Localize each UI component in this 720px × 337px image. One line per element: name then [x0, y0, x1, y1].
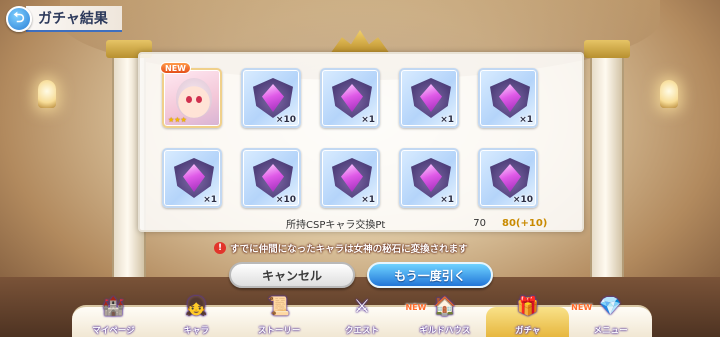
- result-item[interactable]: ×1: [478, 68, 538, 128]
- title-bar: ⮌ ガチャ結果: [6, 6, 136, 32]
- lamp-left: [38, 80, 56, 108]
- nav-label: メニュー: [593, 326, 628, 336]
- points-before: 70: [473, 217, 486, 229]
- nav-item-character[interactable]: 👧 キャラ: [155, 296, 238, 337]
- rarity-stars: ★★★: [168, 116, 187, 124]
- item-quantity: ×1: [440, 115, 454, 125]
- nav-label: キャラ: [183, 326, 210, 336]
- new-badge: NEW: [405, 303, 427, 312]
- result-item[interactable]: ×1: [399, 68, 459, 128]
- nav-item-mypage[interactable]: 🏰 マイページ: [72, 296, 155, 337]
- nav-item-guildhouse[interactable]: NEW 🏠 ギルドハウス: [403, 296, 486, 337]
- results-grid: ★★★ NEW ×10 ×1 ×1 ×1 ×1 ×10 ×1 ×1 ×10: [160, 62, 562, 208]
- nav-label: マイページ: [92, 326, 135, 336]
- item-quantity: ×10: [275, 195, 296, 205]
- lamp-right: [660, 80, 678, 108]
- nav-label: ガチャ: [515, 326, 541, 336]
- nav-item-quest[interactable]: ⚔ クエスト: [321, 296, 404, 337]
- result-item[interactable]: ×1: [320, 68, 380, 128]
- nav-label: クエスト: [345, 326, 380, 336]
- new-badge: NEW: [571, 303, 593, 312]
- result-item[interactable]: ×10: [241, 148, 301, 208]
- nav-label: ストーリー: [257, 326, 301, 336]
- result-item[interactable]: ×10: [478, 148, 538, 208]
- conversion-notice: ! すでに仲間になったキャラは女神の秘石に変換されます: [214, 240, 468, 256]
- notice-text: すでに仲間になったキャラは女神の秘石に変換されます: [230, 244, 468, 255]
- pillar-right: [582, 40, 632, 306]
- gacha-icon: 🎁: [516, 295, 539, 317]
- bottom-nav: 🏰 マイページ 👧 キャラ 📜 ストーリー ⚔ クエスト NEW 🏠 ギルドハウ…: [72, 296, 652, 337]
- draw-again-button[interactable]: もう一度引く: [367, 262, 493, 288]
- character-portrait-icon: [176, 78, 212, 118]
- nav-item-menu[interactable]: NEW 💎 メニュー: [569, 296, 652, 337]
- character-eye-right: [196, 96, 202, 103]
- item-quantity: ×10: [275, 115, 296, 125]
- result-item[interactable]: ×1: [399, 148, 459, 208]
- result-item[interactable]: ×1: [320, 148, 380, 208]
- points-after: 80(+10): [502, 217, 548, 229]
- mypage-icon: 🏰: [102, 295, 125, 317]
- new-badge: NEW: [160, 62, 191, 74]
- item-quantity: ×1: [203, 195, 217, 205]
- nav-item-gacha[interactable]: 🎁 ガチャ: [486, 296, 570, 337]
- story-icon: 📜: [267, 295, 291, 317]
- cancel-button[interactable]: キャンセル: [229, 262, 355, 288]
- warning-icon: !: [214, 242, 226, 254]
- points-label: 所持CSPキャラ交換Pt: [286, 219, 386, 231]
- item-quantity: ×1: [440, 195, 454, 205]
- quest-icon: ⚔: [353, 295, 371, 317]
- menu-icon: 💎: [599, 295, 622, 317]
- nav-item-story[interactable]: 📜 ストーリー: [238, 296, 321, 337]
- guildhouse-icon: 🏠: [433, 295, 457, 317]
- result-item[interactable]: ×10: [241, 68, 301, 128]
- item-quantity: ×1: [361, 195, 375, 205]
- page-title: ガチャ結果: [26, 6, 122, 32]
- back-arrow-icon[interactable]: ⮌: [6, 6, 32, 32]
- points-row: 所持CSPキャラ交換Pt 70 80(+10): [286, 216, 556, 231]
- item-quantity: ×10: [512, 195, 533, 205]
- results-panel: ★★★ NEW ×10 ×1 ×1 ×1 ×1 ×10 ×1 ×1 ×10 所持…: [138, 52, 584, 232]
- character-icon: 👧: [185, 295, 208, 317]
- item-quantity: ×1: [519, 115, 533, 125]
- result-item-character[interactable]: ★★★ NEW: [160, 62, 222, 128]
- nav-label: ギルドハウス: [419, 326, 471, 336]
- item-quantity: ×1: [361, 115, 375, 125]
- result-item[interactable]: ×1: [162, 148, 222, 208]
- character-eye-left: [186, 96, 192, 103]
